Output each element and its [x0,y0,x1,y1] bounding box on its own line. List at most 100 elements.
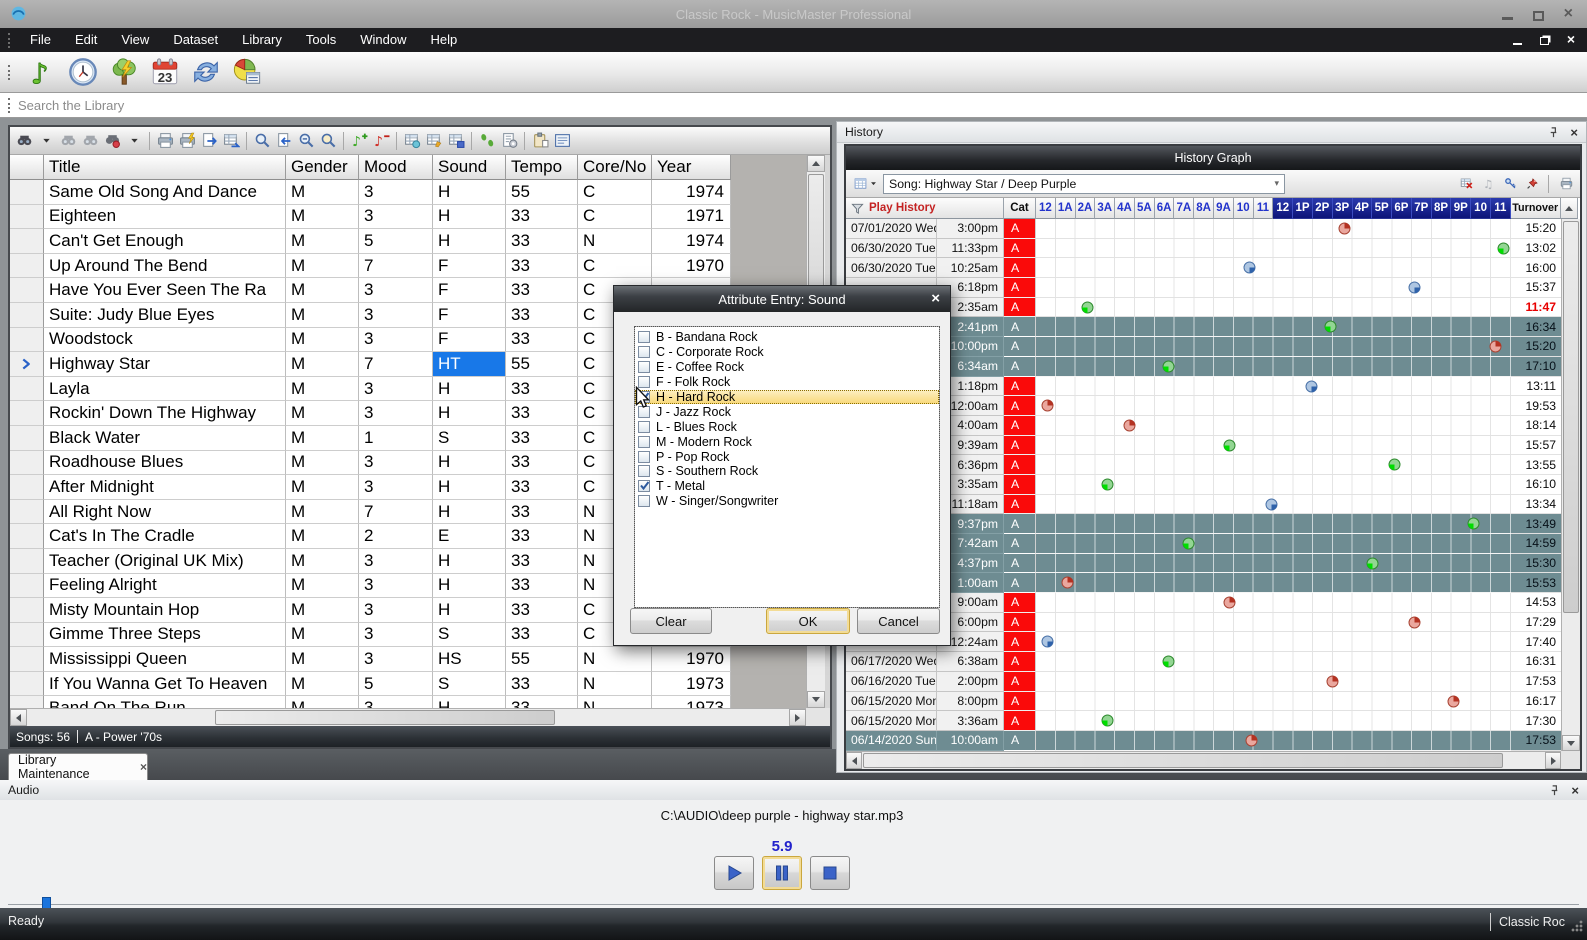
history-row[interactable]: 06/16/2020 Tue2:00pmA17:53 [846,672,1580,692]
song-add-icon[interactable]: ♪ [349,130,369,152]
checkbox-icon[interactable] [638,421,650,433]
table-row[interactable]: If You Wanna Get To HeavenM5S33N1973 [10,672,806,697]
cell-tempo[interactable]: 33 [506,205,578,230]
cell-gender[interactable]: M [286,598,359,623]
cell-tempo[interactable]: 33 [506,254,578,279]
cell-tempo[interactable]: 33 [506,549,578,574]
history-row[interactable]: 9:37pmA13:49 [846,514,1580,534]
cell-title[interactable]: Suite: Judy Blue Eyes [44,303,286,328]
pin-icon[interactable] [1546,783,1562,798]
cell-tempo[interactable]: 33 [506,524,578,549]
hour-header-3Pp[interactable]: 3P [1333,198,1353,219]
cell-sound[interactable]: H [433,401,506,426]
clock-icon[interactable] [66,55,100,89]
mdi-close-icon[interactable]: × [1567,32,1575,46]
cell-title[interactable]: Roadhouse Blues [44,451,286,476]
mdi-minimize-icon[interactable] [1513,43,1522,45]
pin-red-icon[interactable] [1524,176,1540,191]
tree-icon[interactable] [107,55,141,89]
cell-mood[interactable]: 7 [359,500,433,525]
form-icon[interactable] [552,130,572,152]
cell-title[interactable]: Up Around The Bend [44,254,286,279]
cell-title[interactable]: Black Water [44,426,286,451]
row-selector[interactable] [10,524,44,549]
cell-title[interactable]: All Right Now [44,500,286,525]
cell-gender[interactable]: M [286,377,359,402]
zoom-out-icon[interactable] [296,130,316,152]
history-row[interactable]: 9:39amA15:57 [846,436,1580,456]
history-row[interactable]: 06/14/2020 Sun10:00amA17:53 [846,731,1580,751]
table-row[interactable]: Same Old Song And DanceM3H55C1974 [10,180,806,205]
cell-title[interactable]: Teacher (Original UK Mix) [44,549,286,574]
cell-title[interactable]: Have You Ever Seen The Ra [44,278,286,303]
cell-title[interactable]: Same Old Song And Dance [44,180,286,205]
row-selector[interactable] [10,328,44,353]
history-row[interactable]: 1:18pmA13:11 [846,377,1580,397]
history-row[interactable]: 3:35amA16:10 [846,475,1580,495]
column-header-tempo[interactable]: Tempo [506,155,578,180]
cell-sound[interactable]: H [433,598,506,623]
cell-gender[interactable]: M [286,180,359,205]
dropdown-icon[interactable] [36,130,56,152]
attribute-option[interactable]: J - Jazz Rock [635,404,939,419]
hour-header-9Aa[interactable]: 9A [1214,198,1234,219]
calendar-icon[interactable]: 23 [148,55,182,89]
column-header-cat[interactable]: Cat [1004,198,1036,219]
history-row[interactable]: 06/15/2020 Mon8:00pmA16:17 [846,692,1580,712]
cell-tempo[interactable]: 33 [506,426,578,451]
cell-year[interactable]: 1974 [652,180,731,205]
cell-title[interactable]: If You Wanna Get To Heaven [44,672,286,697]
mdi-restore-icon[interactable] [1540,37,1549,45]
checkbox-checked-icon[interactable] [638,480,650,492]
cell-tempo[interactable]: 33 [506,500,578,525]
cell-title[interactable]: Layla [44,377,286,402]
cell-sound[interactable]: H [433,180,506,205]
history-row[interactable]: 10:00pmA15:20 [846,337,1580,357]
history-row[interactable]: 7:42amA14:59 [846,534,1580,554]
row-selector[interactable] [10,500,44,525]
history-row[interactable]: 4:37pmA15:30 [846,554,1580,574]
print-icon[interactable] [155,130,175,152]
table-row[interactable]: Up Around The BendM7F33C1970 [10,254,806,279]
cell-mood[interactable]: 3 [359,549,433,574]
cell-gender[interactable]: M [286,426,359,451]
cell-title[interactable]: Highway Star [44,352,286,377]
cell-title[interactable]: Cat's In The Cradle [44,524,286,549]
cell-mood[interactable]: 3 [359,574,433,599]
cell-mood[interactable]: 3 [359,328,433,353]
window-close-icon[interactable]: × [1564,6,1573,22]
checkbox-icon[interactable] [638,451,650,463]
history-row[interactable]: 06/15/2020 Mon3:36amA17:30 [846,711,1580,731]
cell-tempo[interactable]: 33 [506,623,578,648]
attribute-option[interactable]: C - Corporate Rock [635,345,939,360]
play-history-header[interactable]: Play History [846,198,1004,219]
history-row[interactable]: 06/17/2020 Wed6:38amA16:31 [846,652,1580,672]
attribute-option[interactable]: L - Blues Rock [635,419,939,434]
attribute-option[interactable]: E - Coffee Rock [635,360,939,375]
history-row[interactable]: 6:18pmA15:37 [846,278,1580,298]
stop-button[interactable] [810,856,850,890]
row-selector[interactable] [10,401,44,426]
scroll-down-button[interactable] [807,691,825,708]
attribute-option[interactable]: T - Metal [635,479,939,494]
history-row[interactable]: 6:36pmA13:55 [846,455,1580,475]
find-favorite-icon[interactable] [102,130,122,152]
attribute-option[interactable]: F - Folk Rock [635,375,939,390]
toolbar-grip[interactable] [8,65,12,80]
cell-gender[interactable]: M [286,672,359,697]
checkbox-icon[interactable] [638,436,650,448]
refresh-icon[interactable] [189,55,223,89]
column-header-year[interactable]: Year [652,155,731,180]
cell-gender[interactable]: M [286,623,359,648]
cell-mood[interactable]: 3 [359,303,433,328]
music-note-icon[interactable]: ♫ [1480,176,1496,191]
cell-tempo[interactable]: 33 [506,475,578,500]
cell-gender[interactable]: M [286,524,359,549]
attribute-option[interactable]: B - Bandana Rock [635,330,939,345]
ok-button[interactable]: OK [766,608,850,634]
cell-title[interactable]: Misty Mountain Hop [44,598,286,623]
row-selector[interactable] [10,549,44,574]
row-selector[interactable] [10,278,44,303]
cell-gender[interactable]: M [286,574,359,599]
cell-gender[interactable]: M [286,205,359,230]
